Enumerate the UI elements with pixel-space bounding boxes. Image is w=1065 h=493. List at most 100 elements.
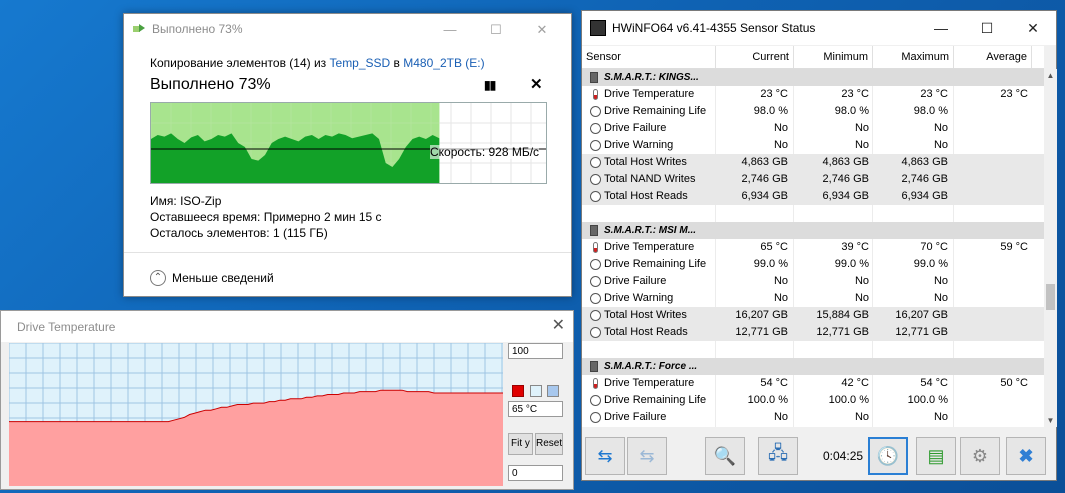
sensor-name: Drive Failure xyxy=(604,411,667,423)
add-report-icon[interactable]: ▤ xyxy=(916,437,956,475)
sensor-cur: 6,934 GB xyxy=(741,190,788,202)
drive-icon xyxy=(590,72,598,83)
sensor-row[interactable]: Drive Temperature 65 °C 39 °C 70 °C 59 °C xyxy=(582,239,1044,256)
sensor-row[interactable]: Total NAND Writes 2,746 GB 2,746 GB 2,746 G… xyxy=(582,171,1044,188)
items-value: 1 (115 ГБ) xyxy=(272,226,328,240)
maximize-button[interactable]: ☐ xyxy=(473,14,519,45)
close-window-button[interactable]: ✕ xyxy=(1010,11,1056,45)
sensor-group-row[interactable]: S.M.A.R.T.: KINGS... xyxy=(582,69,1044,86)
sensor-row[interactable]: Drive Temperature 54 °C 42 °C 54 °C 50 °C xyxy=(582,375,1044,392)
sensor-row[interactable]: Drive Warning No No No xyxy=(582,290,1044,307)
col-average[interactable]: Average xyxy=(954,46,1032,68)
sensor-list[interactable]: S.M.A.R.T.: KINGS... Drive Temperature 23 … xyxy=(582,69,1044,427)
minimize-button[interactable]: — xyxy=(427,14,473,45)
sensor-row[interactable]: Drive Remaining Life 99.0 % 99.0 % 99.0 % xyxy=(582,256,1044,273)
bg-color-swatch[interactable] xyxy=(530,385,542,397)
sensor-row[interactable]: Drive Remaining Life 100.0 % 100.0 % 100.0 … xyxy=(582,392,1044,409)
nav-arrows-icon[interactable]: ⇆ xyxy=(585,437,625,475)
sensor-cur: No xyxy=(773,411,788,423)
name-label: Имя: xyxy=(150,194,177,208)
sensor-avg xyxy=(954,188,1028,205)
sensor-avg xyxy=(954,392,1028,409)
bottom-toolbar: ⇆ ⇆ 🔍 🖧 0:04:25 🕓 ▤ ⚙ ✖ xyxy=(582,431,1056,479)
sensor-row[interactable]: Total Host Reads 12,771 GB 12,771 GB 12,771… xyxy=(582,324,1044,341)
group-name: S.M.A.R.T.: MSI M... xyxy=(604,225,697,236)
sensor-max: No xyxy=(933,122,948,134)
col-minimum[interactable]: Minimum xyxy=(794,46,873,68)
sensor-avg xyxy=(954,171,1028,188)
source-link[interactable]: Temp_SSD xyxy=(330,56,391,70)
hwinfo-sensor-window: HWiNFO64 v6.41-4355 Sensor Status — ☐ ✕ … xyxy=(581,10,1057,481)
sensor-name: Drive Remaining Life xyxy=(604,394,707,406)
sensor-row[interactable]: Drive Failure No No No xyxy=(582,273,1044,290)
close-window-button[interactable]: ✕ xyxy=(552,315,565,335)
sensor-cur: 12,771 GB xyxy=(735,326,788,338)
name-row: Имя: ISO-Zip xyxy=(150,194,221,208)
sensor-row[interactable]: Total Host Reads 6,934 GB 6,934 GB 6,934 GB xyxy=(582,188,1044,205)
sensor-max: 99.0 % xyxy=(913,258,948,270)
pause-button[interactable]: ▮▮ xyxy=(484,78,496,92)
sensor-max: 12,771 GB xyxy=(895,326,948,338)
sensor-min: No xyxy=(854,139,869,151)
hwinfo-app-icon xyxy=(590,20,606,36)
col-sensor[interactable]: Sensor xyxy=(582,46,716,68)
sensor-avg xyxy=(954,103,1028,120)
reset-button[interactable]: Reset xyxy=(535,433,563,455)
network-icon[interactable]: 🖧 xyxy=(758,437,798,475)
sensor-row[interactable]: Drive Temperature 23 °C 23 °C 23 °C 23 °C xyxy=(582,86,1044,103)
sensor-avg: 50 °C xyxy=(1000,377,1028,389)
cancel-copy-button[interactable]: ✕ xyxy=(530,75,543,93)
temperature-graph xyxy=(9,343,503,486)
scroll-down-icon[interactable]: ▼ xyxy=(1044,416,1057,425)
copy-prefix: Копирование элементов (14) из xyxy=(150,56,330,70)
clock-icon[interactable]: 🕓 xyxy=(868,437,908,475)
close-window-button[interactable]: ✕ xyxy=(519,14,565,45)
fit-y-button[interactable]: Fit y xyxy=(508,433,533,455)
drive-icon xyxy=(590,361,598,372)
sensor-max: No xyxy=(933,292,948,304)
grid-color-swatch[interactable] xyxy=(547,385,559,397)
less-details-button[interactable]: ⌃ Меньше сведений xyxy=(150,270,274,286)
sensor-row[interactable]: Drive Remaining Life 98.0 % 98.0 % 98.0 % xyxy=(582,103,1044,120)
sensor-row[interactable]: Total Host Writes 16,207 GB 15,884 GB 16,20… xyxy=(582,307,1044,324)
sensor-max: No xyxy=(933,139,948,151)
sensor-row[interactable]: Drive Failure No No No xyxy=(582,409,1044,426)
scroll-thumb[interactable] xyxy=(1046,284,1055,310)
sensor-min: 39 °C xyxy=(841,241,869,253)
sensor-max: 4,863 GB xyxy=(901,156,948,168)
sensor-row[interactable]: Drive Failure No No No xyxy=(582,120,1044,137)
line-color-swatch[interactable] xyxy=(512,385,524,397)
sensor-min: No xyxy=(854,122,869,134)
current-value-field: 65 °C xyxy=(508,401,563,417)
column-header: Sensor Current Minimum Maximum Average xyxy=(582,46,1044,69)
time-row: Оставшееся время: Примерно 2 мин 15 с xyxy=(150,210,382,224)
less-details-label: Меньше сведений xyxy=(172,271,274,285)
sensor-group-row[interactable]: S.M.A.R.T.: Force ... xyxy=(582,358,1044,375)
clock-icon xyxy=(590,123,601,134)
sensor-group-row[interactable]: S.M.A.R.T.: MSI M... xyxy=(582,222,1044,239)
scroll-up-icon[interactable]: ▲ xyxy=(1044,71,1057,80)
sensor-row[interactable]: Total Host Writes 4,863 GB 4,863 GB 4,863 G… xyxy=(582,154,1044,171)
vertical-scrollbar[interactable]: ▲ ▼ xyxy=(1044,69,1057,427)
sensor-max: No xyxy=(933,275,948,287)
sensor-row[interactable]: Drive Warning No No No xyxy=(582,137,1044,154)
monitor-magnifier-icon[interactable]: 🔍 xyxy=(705,437,745,475)
col-maximum[interactable]: Maximum xyxy=(873,46,954,68)
sensor-avg xyxy=(954,290,1028,307)
minimize-button[interactable]: — xyxy=(918,11,964,45)
sensor-min: 23 °C xyxy=(841,88,869,100)
graph-max-field[interactable]: 100 xyxy=(508,343,563,359)
col-current[interactable]: Current xyxy=(716,46,794,68)
sensor-cur: 98.0 % xyxy=(753,105,788,117)
chevron-up-icon: ⌃ xyxy=(150,270,166,286)
sensor-max: 54 °C xyxy=(920,377,948,389)
gear-icon[interactable]: ⚙ xyxy=(960,437,1000,475)
graph-min-field[interactable]: 0 xyxy=(508,465,563,481)
dest-link[interactable]: M480_2TB (E:) xyxy=(403,56,484,70)
maximize-button[interactable]: ☐ xyxy=(964,11,1010,45)
close-x-icon[interactable]: ✖ xyxy=(1006,437,1046,475)
time-label: Оставшееся время: xyxy=(150,210,261,224)
sensor-avg: 23 °C xyxy=(1000,88,1028,100)
sensor-min: No xyxy=(854,411,869,423)
blank-row xyxy=(582,341,1044,358)
